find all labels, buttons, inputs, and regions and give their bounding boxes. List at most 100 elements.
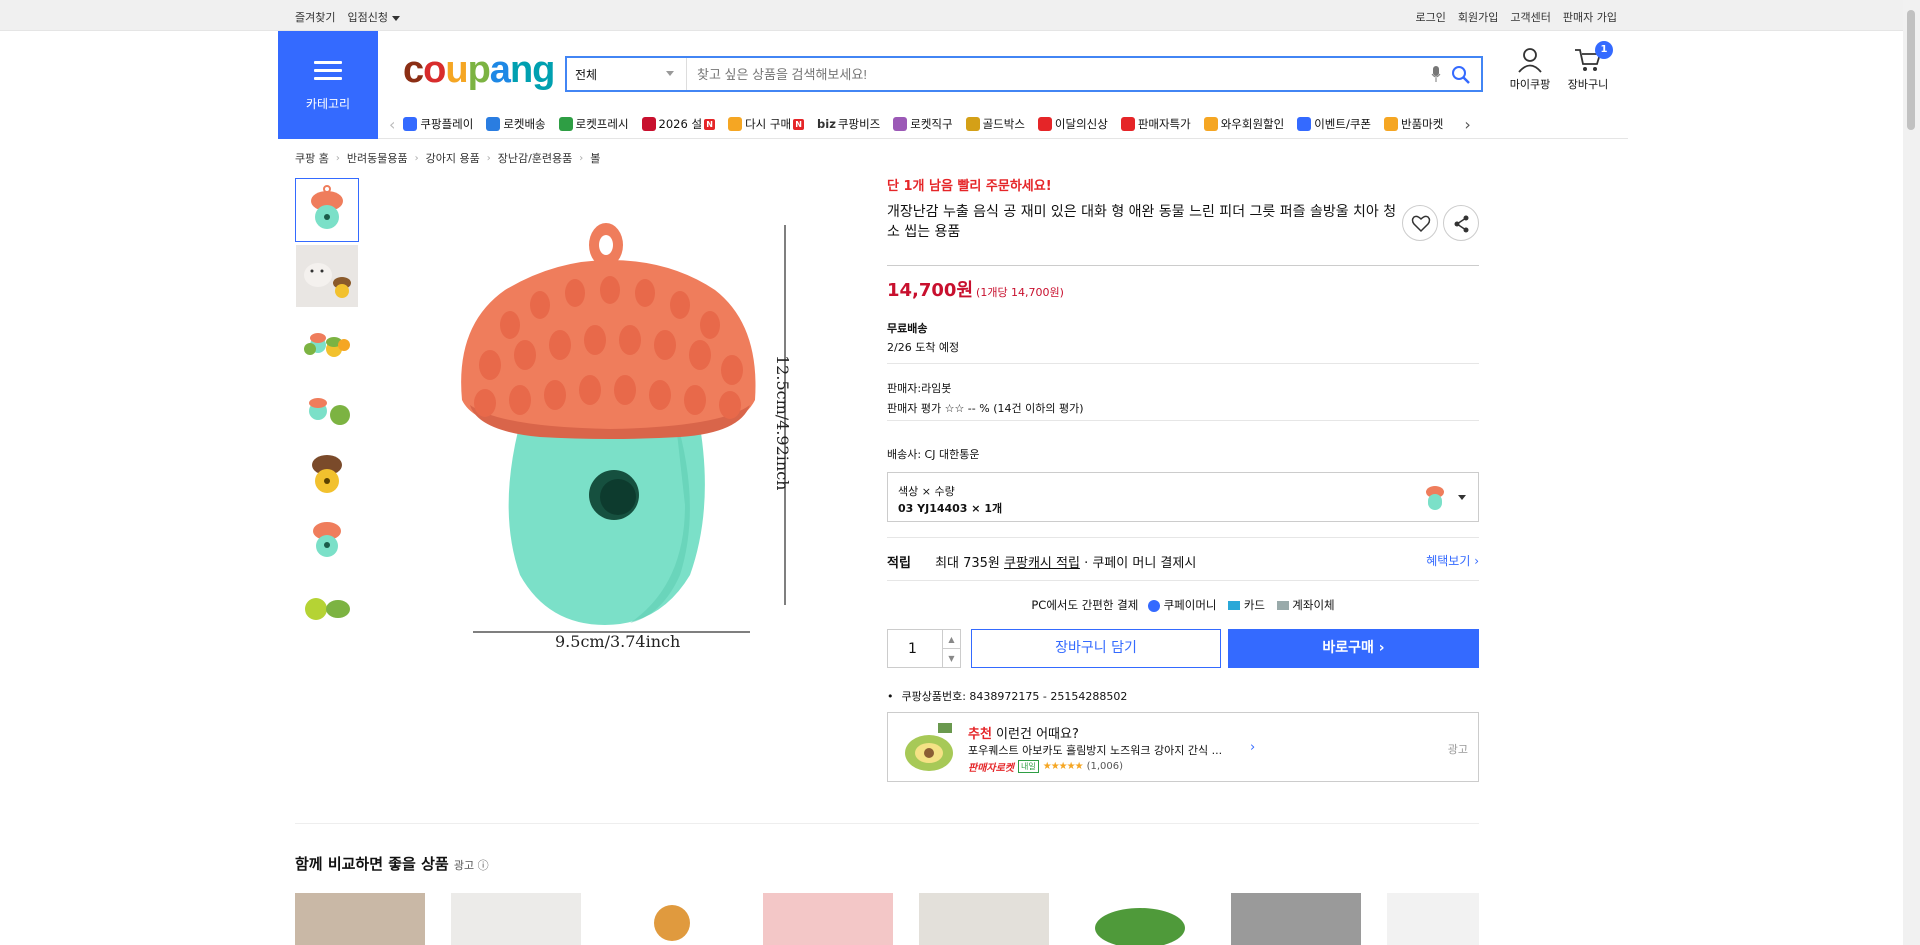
compare-section-title: 함께 비교하면 좋을 상품 광고 ⓘ: [295, 853, 489, 874]
compare-product-1[interactable]: [295, 893, 425, 945]
nav-item-11[interactable]: 와우회원할인: [1203, 116, 1284, 132]
quantity-decrease-button[interactable]: ▼: [942, 649, 960, 668]
nav-item-10[interactable]: 판매자특가: [1120, 116, 1191, 132]
coupang-cash-link[interactable]: 쿠팡캐시 적립: [1004, 556, 1080, 571]
search-icon[interactable]: [1451, 65, 1471, 85]
option-label: 색상 × 수량: [898, 485, 955, 498]
reward-row: 적립 최대 735원 쿠팡캐시 적립 · 쿠페이 머니 결제시 혜택보기 ›: [887, 552, 1479, 571]
breadcrumb-item[interactable]: 강아지 용품: [426, 150, 480, 166]
compare-product-4[interactable]: [763, 893, 893, 945]
header: 카테고리 coupang 전체 마이쿠팡 1 장바구니 ‹ 쿠팡플레이 로켓배송 로…: [278, 31, 1628, 139]
recommendation-box[interactable]: 추천 이런건 어때요? 포우퀘스트 아보카도 흘림방지 노즈워크 강아지 간식 …: [887, 712, 1479, 782]
quantity-stepper[interactable]: 1 ▲ ▼: [887, 629, 961, 668]
nav-item-label: 이달의신상: [1054, 117, 1108, 131]
bookmark-link[interactable]: 즐겨찾기: [295, 9, 335, 25]
breadcrumb-item[interactable]: 볼: [590, 150, 600, 166]
coupang-logo[interactable]: coupang: [403, 49, 555, 92]
price-block: 14,700원 (1개당 14,700원): [887, 265, 1479, 302]
arrival-date: 2/26 도착 예정: [887, 341, 960, 354]
seller-name[interactable]: 판매자:라임봇: [887, 380, 1479, 396]
product-title: 개장난감 누출 음식 공 재미 있은 대화 형 애완 동물 느린 피더 그릇 퍼…: [887, 204, 1397, 240]
thumbnail-7[interactable]: [295, 574, 359, 638]
sale-price: 14,700원: [887, 280, 974, 301]
carrier-label: 배송사: CJ 대한통운: [887, 448, 980, 461]
compare-product-6[interactable]: [1075, 893, 1205, 945]
breadcrumb-item[interactable]: 장난감/훈련용품: [498, 150, 573, 166]
cart-button[interactable]: 1 장바구니: [1563, 41, 1613, 92]
nav-item-label: 다시 구매: [745, 117, 792, 131]
compare-product-list: [295, 893, 1479, 945]
add-to-cart-button[interactable]: 장바구니 담기: [971, 629, 1221, 668]
nav-item-9[interactable]: 이달의신상: [1037, 116, 1108, 132]
nav-item-icon: [1297, 117, 1312, 131]
star-rating: ★★★★★: [1042, 761, 1084, 772]
thumbnail-2[interactable]: [295, 244, 359, 308]
compare-product-8[interactable]: [1387, 893, 1479, 945]
signup-link[interactable]: 회원가입: [1458, 9, 1498, 25]
microphone-icon[interactable]: [1431, 66, 1441, 82]
thumbnail-3[interactable]: [295, 310, 359, 374]
search-input[interactable]: [697, 58, 1417, 90]
nav-item-icon: [403, 117, 418, 131]
nav-item-icon: [1120, 117, 1135, 131]
option-selector[interactable]: 색상 × 수량 03 YJ14403 × 1개: [887, 472, 1479, 522]
buy-now-button[interactable]: 바로구매 ›: [1228, 629, 1479, 668]
chevron-right-icon[interactable]: ›: [1250, 740, 1255, 755]
recommendation-meta: 판매자로켓 내일 ★★★★★ (1,006): [968, 759, 1123, 774]
nav-item-8[interactable]: 골드박스: [965, 116, 1025, 132]
user-icon: [1518, 48, 1542, 73]
ad-label: 광고: [1447, 743, 1468, 756]
scrollbar-thumb[interactable]: [1907, 10, 1915, 130]
chevron-right-icon[interactable]: ›: [1464, 115, 1470, 134]
breadcrumb: 쿠팡 홈 › 반려동물용품 › 강아지 용품 › 장난감/훈련용품 › 볼: [295, 150, 600, 166]
my-coupang-button[interactable]: 마이쿠팡: [1505, 47, 1555, 92]
nav-item-7[interactable]: 로켓직구: [893, 116, 953, 132]
nav-item-icon: [486, 117, 501, 131]
purchase-row: 1 ▲ ▼ 장바구니 담기 바로구매 ›: [887, 629, 1479, 668]
nav-item-3[interactable]: 로켓프레시: [558, 116, 629, 132]
new-badge: N: [704, 118, 716, 130]
category-button[interactable]: 카테고리: [278, 31, 378, 139]
nav-item-12[interactable]: 이벤트/쿠폰: [1297, 116, 1371, 132]
compare-product-3[interactable]: [607, 893, 737, 945]
nav-item-icon: [893, 117, 908, 131]
compare-product-2[interactable]: [451, 893, 581, 945]
customer-center-link[interactable]: 고객센터: [1510, 9, 1550, 25]
thumbnail-4[interactable]: [295, 376, 359, 440]
new-badge: N: [793, 118, 805, 130]
nav-item-2[interactable]: 로켓배송: [486, 116, 546, 132]
thumbnail-1[interactable]: [295, 178, 359, 242]
payment-methods: PC에서도 간편한 결제 쿠페이머니 카드 계좌이체: [887, 597, 1479, 613]
thumbnail-5[interactable]: [295, 442, 359, 506]
thumbnail-6[interactable]: [295, 508, 359, 572]
recommendation-product-name: 포우퀘스트 아보카도 흘림방지 노즈워크 강아지 간식 ...: [968, 744, 1223, 757]
search-bar: 전체: [565, 56, 1483, 92]
chevron-down-icon: [391, 15, 400, 21]
nav-item-4[interactable]: 2026 설N: [641, 116, 716, 132]
nav-item-icon: [965, 117, 980, 131]
search-category-select[interactable]: 전체: [567, 58, 687, 90]
quantity-increase-button[interactable]: ▲: [942, 630, 960, 649]
breadcrumb-item[interactable]: 반려동물용품: [347, 150, 408, 166]
login-link[interactable]: 로그인: [1416, 9, 1446, 25]
nav-item-1[interactable]: 쿠팡플레이: [403, 116, 473, 132]
share-button[interactable]: [1443, 205, 1479, 241]
chevron-left-icon[interactable]: ‹: [389, 115, 395, 134]
quantity-value[interactable]: 1: [908, 641, 917, 657]
benefit-link[interactable]: 혜택보기 ›: [1426, 552, 1479, 569]
seller-rating: 판매자 평가 ☆☆ -- % (14건 이하의 평가): [887, 402, 1084, 415]
breadcrumb-separator-icon: ›: [335, 152, 340, 164]
seller-signup-link[interactable]: 판매자 가입: [1563, 9, 1617, 25]
pay-money: 쿠페이머니: [1163, 598, 1217, 612]
breadcrumb-item[interactable]: 쿠팡 홈: [295, 150, 329, 166]
compare-product-7[interactable]: [1231, 893, 1361, 945]
nav-item-6[interactable]: biz 쿠팡비즈: [817, 116, 880, 132]
unit-price: (1개당 14,700원): [976, 286, 1064, 299]
compare-product-5[interactable]: [919, 893, 1049, 945]
seller-apply-link[interactable]: 입점신청: [347, 9, 400, 25]
nav-item-5[interactable]: 다시 구매 N: [728, 116, 805, 132]
page-scrollbar[interactable]: [1903, 0, 1920, 945]
option-value: 03 YJ14403 × 1개: [898, 502, 1003, 515]
wishlist-button[interactable]: [1402, 205, 1438, 241]
nav-item-13[interactable]: 반품마켓: [1383, 116, 1443, 132]
